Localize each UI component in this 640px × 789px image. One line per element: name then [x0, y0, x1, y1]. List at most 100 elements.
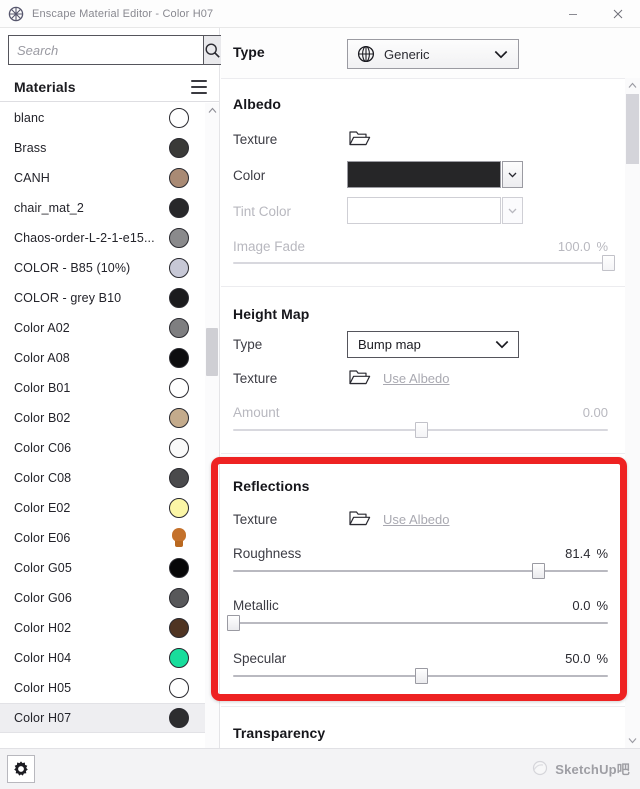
material-name: chair_mat_2	[14, 201, 84, 215]
search-button[interactable]	[203, 35, 222, 65]
material-color-swatch	[169, 528, 189, 548]
material-color-swatch	[169, 498, 189, 518]
material-name: Color A02	[14, 321, 70, 335]
materials-scrollbar[interactable]	[205, 103, 219, 763]
properties-scrollbar[interactable]	[625, 78, 640, 748]
material-list-item[interactable]: Color C06	[0, 433, 205, 463]
material-list-item[interactable]: COLOR - B85 (10%)	[0, 253, 205, 283]
close-button[interactable]	[595, 0, 640, 28]
folder-icon[interactable]	[349, 509, 371, 527]
material-list-item[interactable]: Color E02	[0, 493, 205, 523]
material-list-item[interactable]: Color A02	[0, 313, 205, 343]
material-color-swatch	[169, 558, 189, 578]
metallic-number: 0.0	[572, 598, 591, 613]
material-color-swatch	[169, 678, 189, 698]
tint-color-dropdown	[502, 197, 523, 224]
material-list-item[interactable]: Color B02	[0, 403, 205, 433]
scroll-down-icon[interactable]	[625, 733, 640, 748]
materials-sidebar: Materials blanc Brass CANH chair_mat_2 Chaos…	[0, 28, 222, 763]
albedo-color-label: Color	[233, 168, 266, 183]
slider-thumb[interactable]	[532, 563, 546, 579]
material-name: Color C08	[14, 471, 72, 485]
material-list-item[interactable]: Chaos-order-L-2-1-e15...	[0, 223, 205, 253]
image-fade-slider[interactable]	[233, 255, 615, 271]
material-list-item[interactable]: Color H07	[0, 703, 205, 733]
material-type-select[interactable]: Generic	[347, 39, 519, 69]
albedo-texture-label: Texture	[233, 132, 278, 147]
slider-thumb[interactable]	[414, 668, 428, 684]
material-color-swatch	[169, 318, 189, 338]
title-bar: Enscape Material Editor - Color H07	[0, 0, 640, 28]
enscape-icon	[8, 6, 24, 21]
specular-slider[interactable]	[233, 668, 608, 684]
material-color-swatch	[169, 258, 189, 278]
enscape-material-editor-window: Enscape Material Editor - Color H07 Mate…	[0, 0, 640, 789]
height-map-type-label: Type	[233, 337, 263, 352]
material-name: Color E02	[14, 501, 71, 515]
scroll-up-icon[interactable]	[205, 103, 219, 117]
type-label: Type	[233, 44, 265, 60]
material-color-swatch	[169, 198, 189, 218]
roughness-unit: %	[596, 546, 608, 561]
material-list-item[interactable]: Color A08	[0, 343, 205, 373]
material-list-item[interactable]: Color H04	[0, 643, 205, 673]
material-color-swatch	[169, 438, 189, 458]
height-map-type-select[interactable]: Bump map	[347, 331, 519, 358]
material-name: Color G05	[14, 561, 72, 575]
material-list-item[interactable]: CANH	[0, 163, 205, 193]
folder-icon[interactable]	[349, 368, 371, 386]
material-sphere-icon	[357, 45, 375, 63]
metallic-slider[interactable]	[227, 615, 608, 631]
type-bar: Type Generic	[221, 28, 640, 79]
slider-track	[233, 262, 608, 264]
material-name: Color E06	[14, 531, 71, 545]
albedo-color-dropdown[interactable]	[502, 161, 523, 188]
sketchup-logo-icon	[533, 760, 548, 776]
material-list-item[interactable]: Brass	[0, 133, 205, 163]
material-name: CANH	[14, 171, 50, 185]
scrollbar-thumb[interactable]	[626, 94, 639, 164]
materials-list[interactable]: blanc Brass CANH chair_mat_2 Chaos-order-L-2…	[0, 103, 205, 748]
height-map-amount-slider[interactable]	[233, 422, 608, 438]
scrollbar-thumb[interactable]	[206, 328, 218, 376]
albedo-color-field[interactable]	[347, 161, 501, 188]
tint-color-field	[347, 197, 501, 224]
roughness-slider[interactable]	[233, 563, 608, 579]
material-list-item[interactable]: Color G06	[0, 583, 205, 613]
height-map-use-albedo-link[interactable]: Use Albedo	[383, 371, 450, 386]
settings-button[interactable]	[7, 755, 35, 783]
material-list-item[interactable]: Color B01	[0, 373, 205, 403]
chevron-down-icon	[508, 208, 517, 214]
material-list-item[interactable]: Color H02	[0, 613, 205, 643]
search-input[interactable]	[8, 35, 203, 65]
slider-thumb[interactable]	[414, 422, 428, 438]
window-controls	[550, 0, 640, 28]
material-color-swatch	[169, 108, 189, 128]
bottom-bar: SketchUp吧	[0, 748, 640, 789]
reflections-use-albedo-link[interactable]: Use Albedo	[383, 512, 450, 527]
scroll-up-icon[interactable]	[625, 78, 640, 93]
material-list-item[interactable]: Color H05	[0, 673, 205, 703]
material-list-item[interactable]: COLOR - grey B10	[0, 283, 205, 313]
tint-color-label: Tint Color	[233, 204, 292, 219]
chevron-down-icon	[508, 172, 517, 178]
roughness-number: 81.4	[565, 546, 591, 561]
material-color-swatch	[169, 168, 189, 188]
minimize-button[interactable]	[550, 0, 595, 28]
material-color-swatch	[169, 468, 189, 488]
section-divider	[221, 453, 640, 454]
material-list-item[interactable]: Color E06	[0, 523, 205, 553]
slider-thumb[interactable]	[602, 255, 615, 271]
material-list-item[interactable]: chair_mat_2	[0, 193, 205, 223]
folder-icon[interactable]	[349, 129, 371, 147]
transparency-title: Transparency	[233, 725, 326, 741]
specular-number: 50.0	[565, 651, 591, 666]
hamburger-menu-icon[interactable]	[191, 80, 207, 94]
slider-thumb[interactable]	[227, 615, 240, 631]
material-type-value: Generic	[384, 46, 430, 62]
material-list-item[interactable]: blanc	[0, 103, 205, 133]
material-list-item[interactable]: Color C08	[0, 463, 205, 493]
section-divider	[221, 286, 640, 287]
material-list-item[interactable]: Color G05	[0, 553, 205, 583]
material-color-swatch	[169, 708, 189, 728]
